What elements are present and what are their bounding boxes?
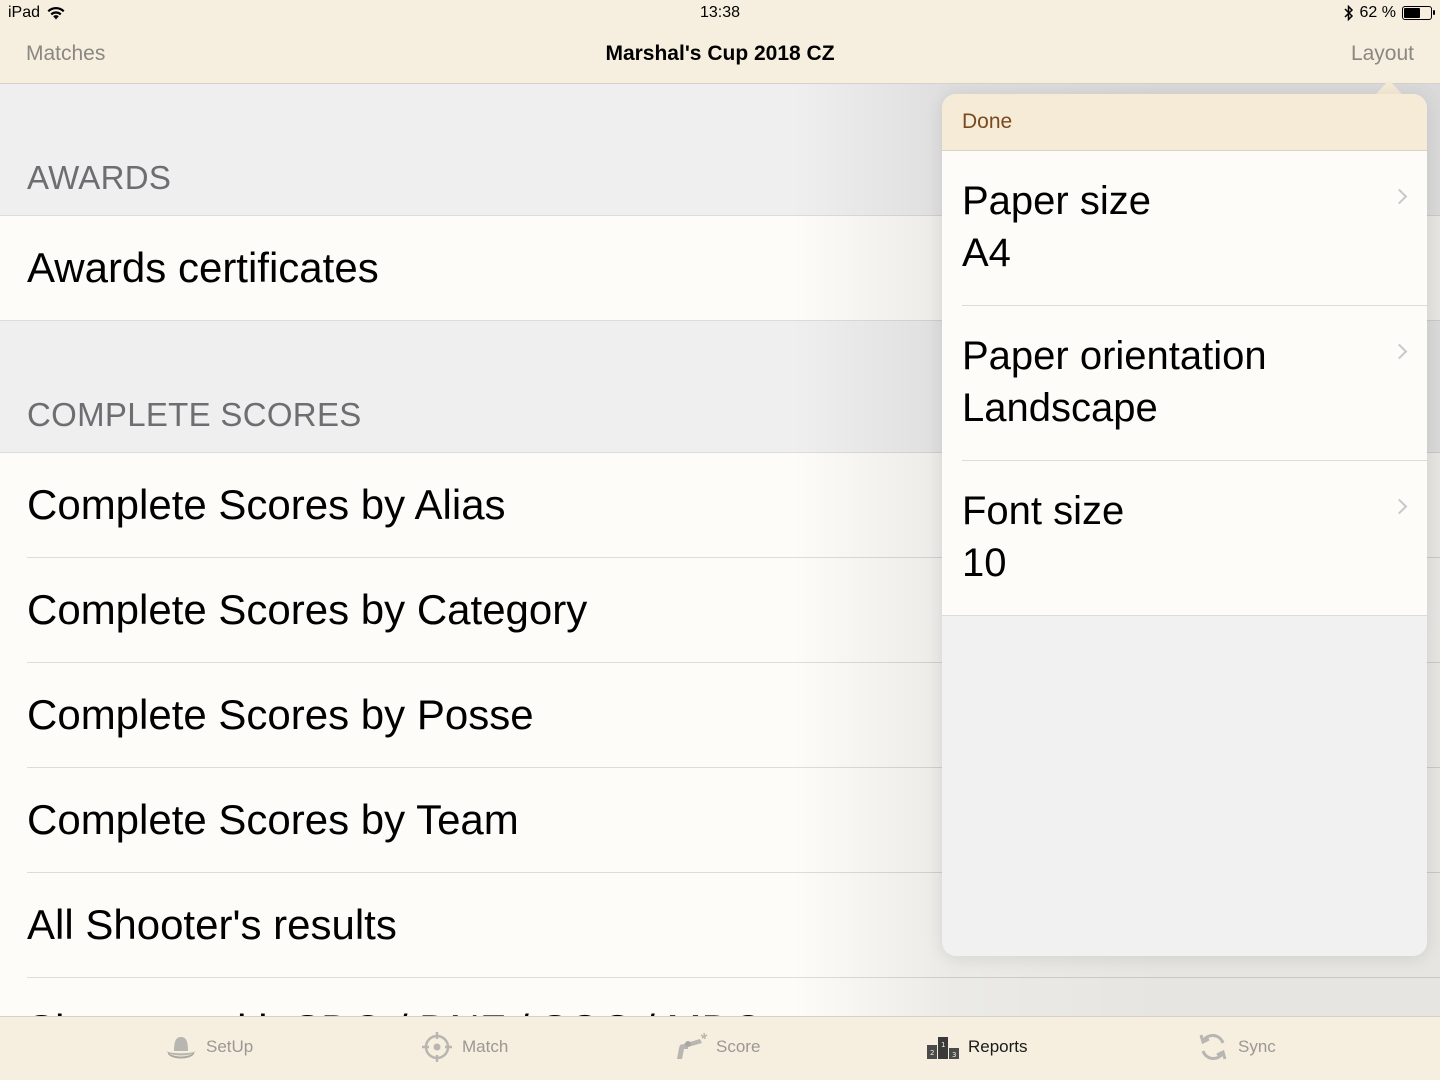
list-item-label: Complete Scores by Alias	[27, 481, 506, 528]
font-size-row[interactable]: Font size 10	[942, 461, 1427, 616]
status-bar: iPad 13:38 62 %	[0, 0, 1440, 28]
status-time: 13:38	[699, 4, 741, 21]
sync-icon	[1199, 1034, 1227, 1060]
layout-button[interactable]: Layout	[1351, 42, 1414, 66]
paper-orientation-row[interactable]: Paper orientation Landscape	[942, 306, 1427, 461]
battery-fill	[1404, 8, 1420, 18]
bluetooth-icon	[1344, 5, 1353, 21]
list-item-label: Complete Scores by Category	[27, 586, 588, 633]
list-item-label: Shooters with SDQ / DNF / SOC / MDQ	[27, 1006, 764, 1016]
paper-orientation-value: Landscape	[962, 386, 1158, 430]
cowboy-hat-icon	[166, 1037, 196, 1059]
tab-label: Score	[716, 1037, 761, 1056]
list-item-label: All Shooter's results	[27, 901, 397, 948]
tab-match[interactable]: Match	[420, 1031, 508, 1063]
battery-icon	[1402, 6, 1435, 20]
tab-label: Sync	[1238, 1037, 1276, 1056]
chevron-right-icon	[1391, 343, 1408, 360]
font-size-label: Font size	[962, 489, 1125, 533]
svg-text:1: 1	[941, 1041, 945, 1049]
layout-popover: Done Paper size A4 Paper orientation Lan…	[942, 94, 1427, 956]
paper-orientation-label: Paper orientation	[962, 334, 1267, 378]
chevron-right-icon	[1391, 498, 1408, 515]
svg-text:3: 3	[952, 1051, 956, 1059]
chevron-right-icon	[1391, 188, 1408, 205]
status-right: 62 %	[1344, 4, 1435, 22]
tab-score[interactable]: Score	[674, 1031, 760, 1063]
list-item[interactable]: Shooters with SDQ / DNF / SOC / MDQ	[0, 978, 1440, 1016]
list-item-label: Complete Scores by Team	[27, 796, 519, 843]
svg-text:2: 2	[930, 1049, 934, 1057]
tab-label: Match	[462, 1037, 509, 1056]
tab-sync[interactable]: Sync	[1196, 1031, 1276, 1063]
tab-reports[interactable]: 2 1 3 Reports	[926, 1031, 1028, 1063]
battery-percent: 62 %	[1359, 4, 1396, 21]
paper-size-row[interactable]: Paper size A4	[942, 151, 1427, 306]
crosshair-icon	[422, 1032, 452, 1062]
paper-size-label: Paper size	[962, 179, 1151, 223]
paper-size-value: A4	[962, 231, 1011, 275]
list-item-label: Awards certificates	[27, 244, 379, 291]
nav-bar: Matches Marshal's Cup 2018 CZ Layout	[0, 28, 1440, 84]
popover-arrow	[1376, 80, 1402, 94]
tab-label: Reports	[968, 1037, 1028, 1056]
done-button[interactable]: Done	[962, 110, 1012, 134]
page-title: Marshal's Cup 2018 CZ	[605, 42, 835, 65]
section-header-label: COMPLETE SCORES	[27, 396, 362, 433]
font-size-value: 10	[962, 541, 1007, 585]
section-header-label: AWARDS	[27, 159, 172, 196]
tab-bar: SetUp Match Score 2 1 3 Reports Sync	[0, 1016, 1440, 1080]
list-item-label: Complete Scores by Posse	[27, 691, 534, 738]
revolver-icon	[677, 1032, 708, 1059]
tab-setup[interactable]: SetUp	[164, 1031, 253, 1063]
podium-icon: 2 1 3	[927, 1037, 959, 1059]
tab-label: SetUp	[206, 1037, 254, 1056]
popover-header: Done	[942, 94, 1427, 151]
